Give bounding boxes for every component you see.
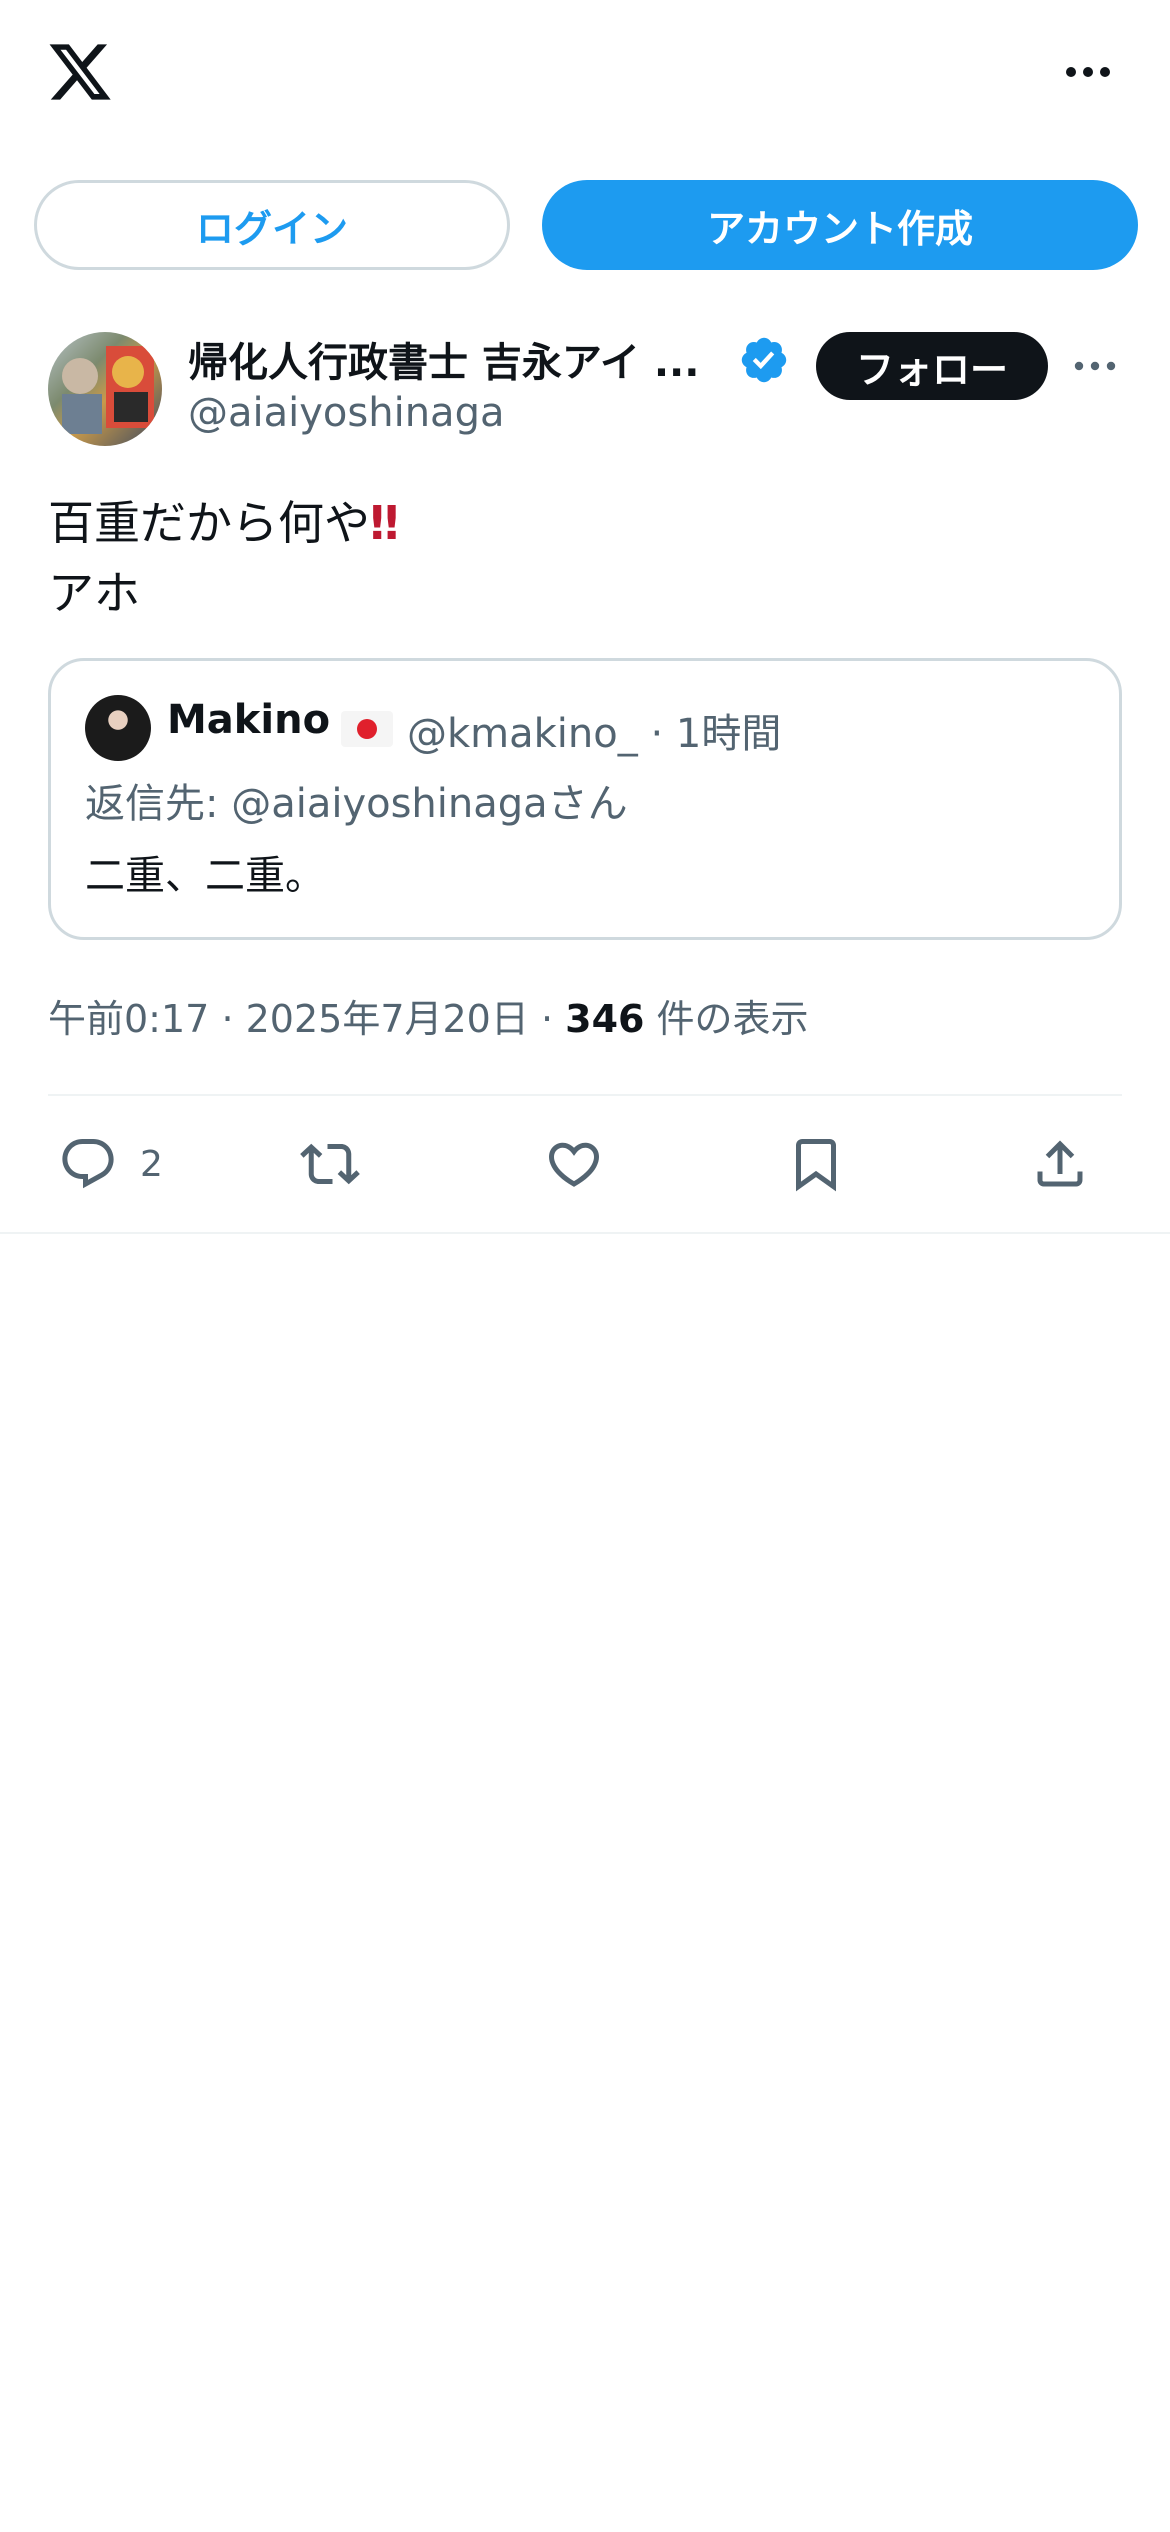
signup-button[interactable]: アカウント作成: [542, 180, 1138, 270]
author-handle[interactable]: @aiaiyoshinaga: [188, 390, 504, 436]
quote-handle-time: @kmakino_ · 1時間: [407, 711, 782, 757]
quote-reply-to: 返信先: @aiaiyoshinagaさん: [85, 781, 628, 827]
double-exclamation-emoji: ‼: [370, 496, 399, 550]
login-button[interactable]: ログイン: [34, 180, 510, 270]
post-date[interactable]: 2025年7月20日: [246, 997, 529, 1041]
auth-buttons: ログイン アカウント作成: [34, 180, 1138, 270]
meta-separator: ·: [540, 997, 566, 1041]
quote-text: 二重、二重。: [85, 853, 325, 899]
post-time[interactable]: 午前0:17: [48, 997, 209, 1041]
post-text: 百重だから何や‼ アホ: [48, 488, 399, 628]
quoted-post[interactable]: Makino @kmakino_ · 1時間 返信先: @aiaiyoshina…: [48, 658, 1122, 940]
reply-button[interactable]: 2: [58, 1130, 163, 1198]
quote-author-name: Makino: [167, 697, 331, 743]
bookmark-icon: [796, 1139, 836, 1192]
verified-badge-icon: [741, 337, 787, 383]
x-logo-icon[interactable]: [46, 38, 114, 106]
japan-flag-icon: [341, 711, 393, 747]
views-label: 件の表示: [656, 997, 809, 1041]
meta-separator: ·: [221, 997, 246, 1041]
post-author: 帰化人行政書士 吉永アイ ... @aiaiyoshinaga フォロー: [48, 330, 1128, 450]
divider: [48, 1094, 1122, 1096]
share-button[interactable]: [1030, 1130, 1090, 1198]
more-horizontal-icon[interactable]: [1060, 52, 1116, 92]
share-icon: [1037, 1140, 1083, 1187]
views-count: 346: [565, 997, 645, 1041]
top-bar: [0, 0, 1170, 150]
post-more-icon[interactable]: [1070, 344, 1120, 388]
author-name[interactable]: 帰化人行政書士 吉永アイ ...: [188, 330, 708, 388]
repost-icon: [300, 1143, 360, 1185]
repost-button[interactable]: [300, 1130, 360, 1198]
avatar[interactable]: [48, 332, 162, 446]
like-button[interactable]: [544, 1130, 604, 1198]
divider: [0, 1232, 1170, 1234]
bookmark-button[interactable]: [786, 1130, 846, 1198]
follow-button[interactable]: フォロー: [816, 332, 1048, 400]
action-bar: 2: [48, 1118, 1122, 1210]
heart-icon: [548, 1142, 600, 1187]
post-text-line2: アホ: [48, 566, 140, 620]
reply-count: 2: [140, 1143, 163, 1185]
quote-avatar: [85, 695, 151, 761]
post-meta: 午前0:17 · 2025年7月20日 · 346 件の表示: [48, 988, 809, 1043]
post-text-line1: 百重だから何や: [48, 496, 370, 550]
reply-icon: [62, 1139, 114, 1189]
